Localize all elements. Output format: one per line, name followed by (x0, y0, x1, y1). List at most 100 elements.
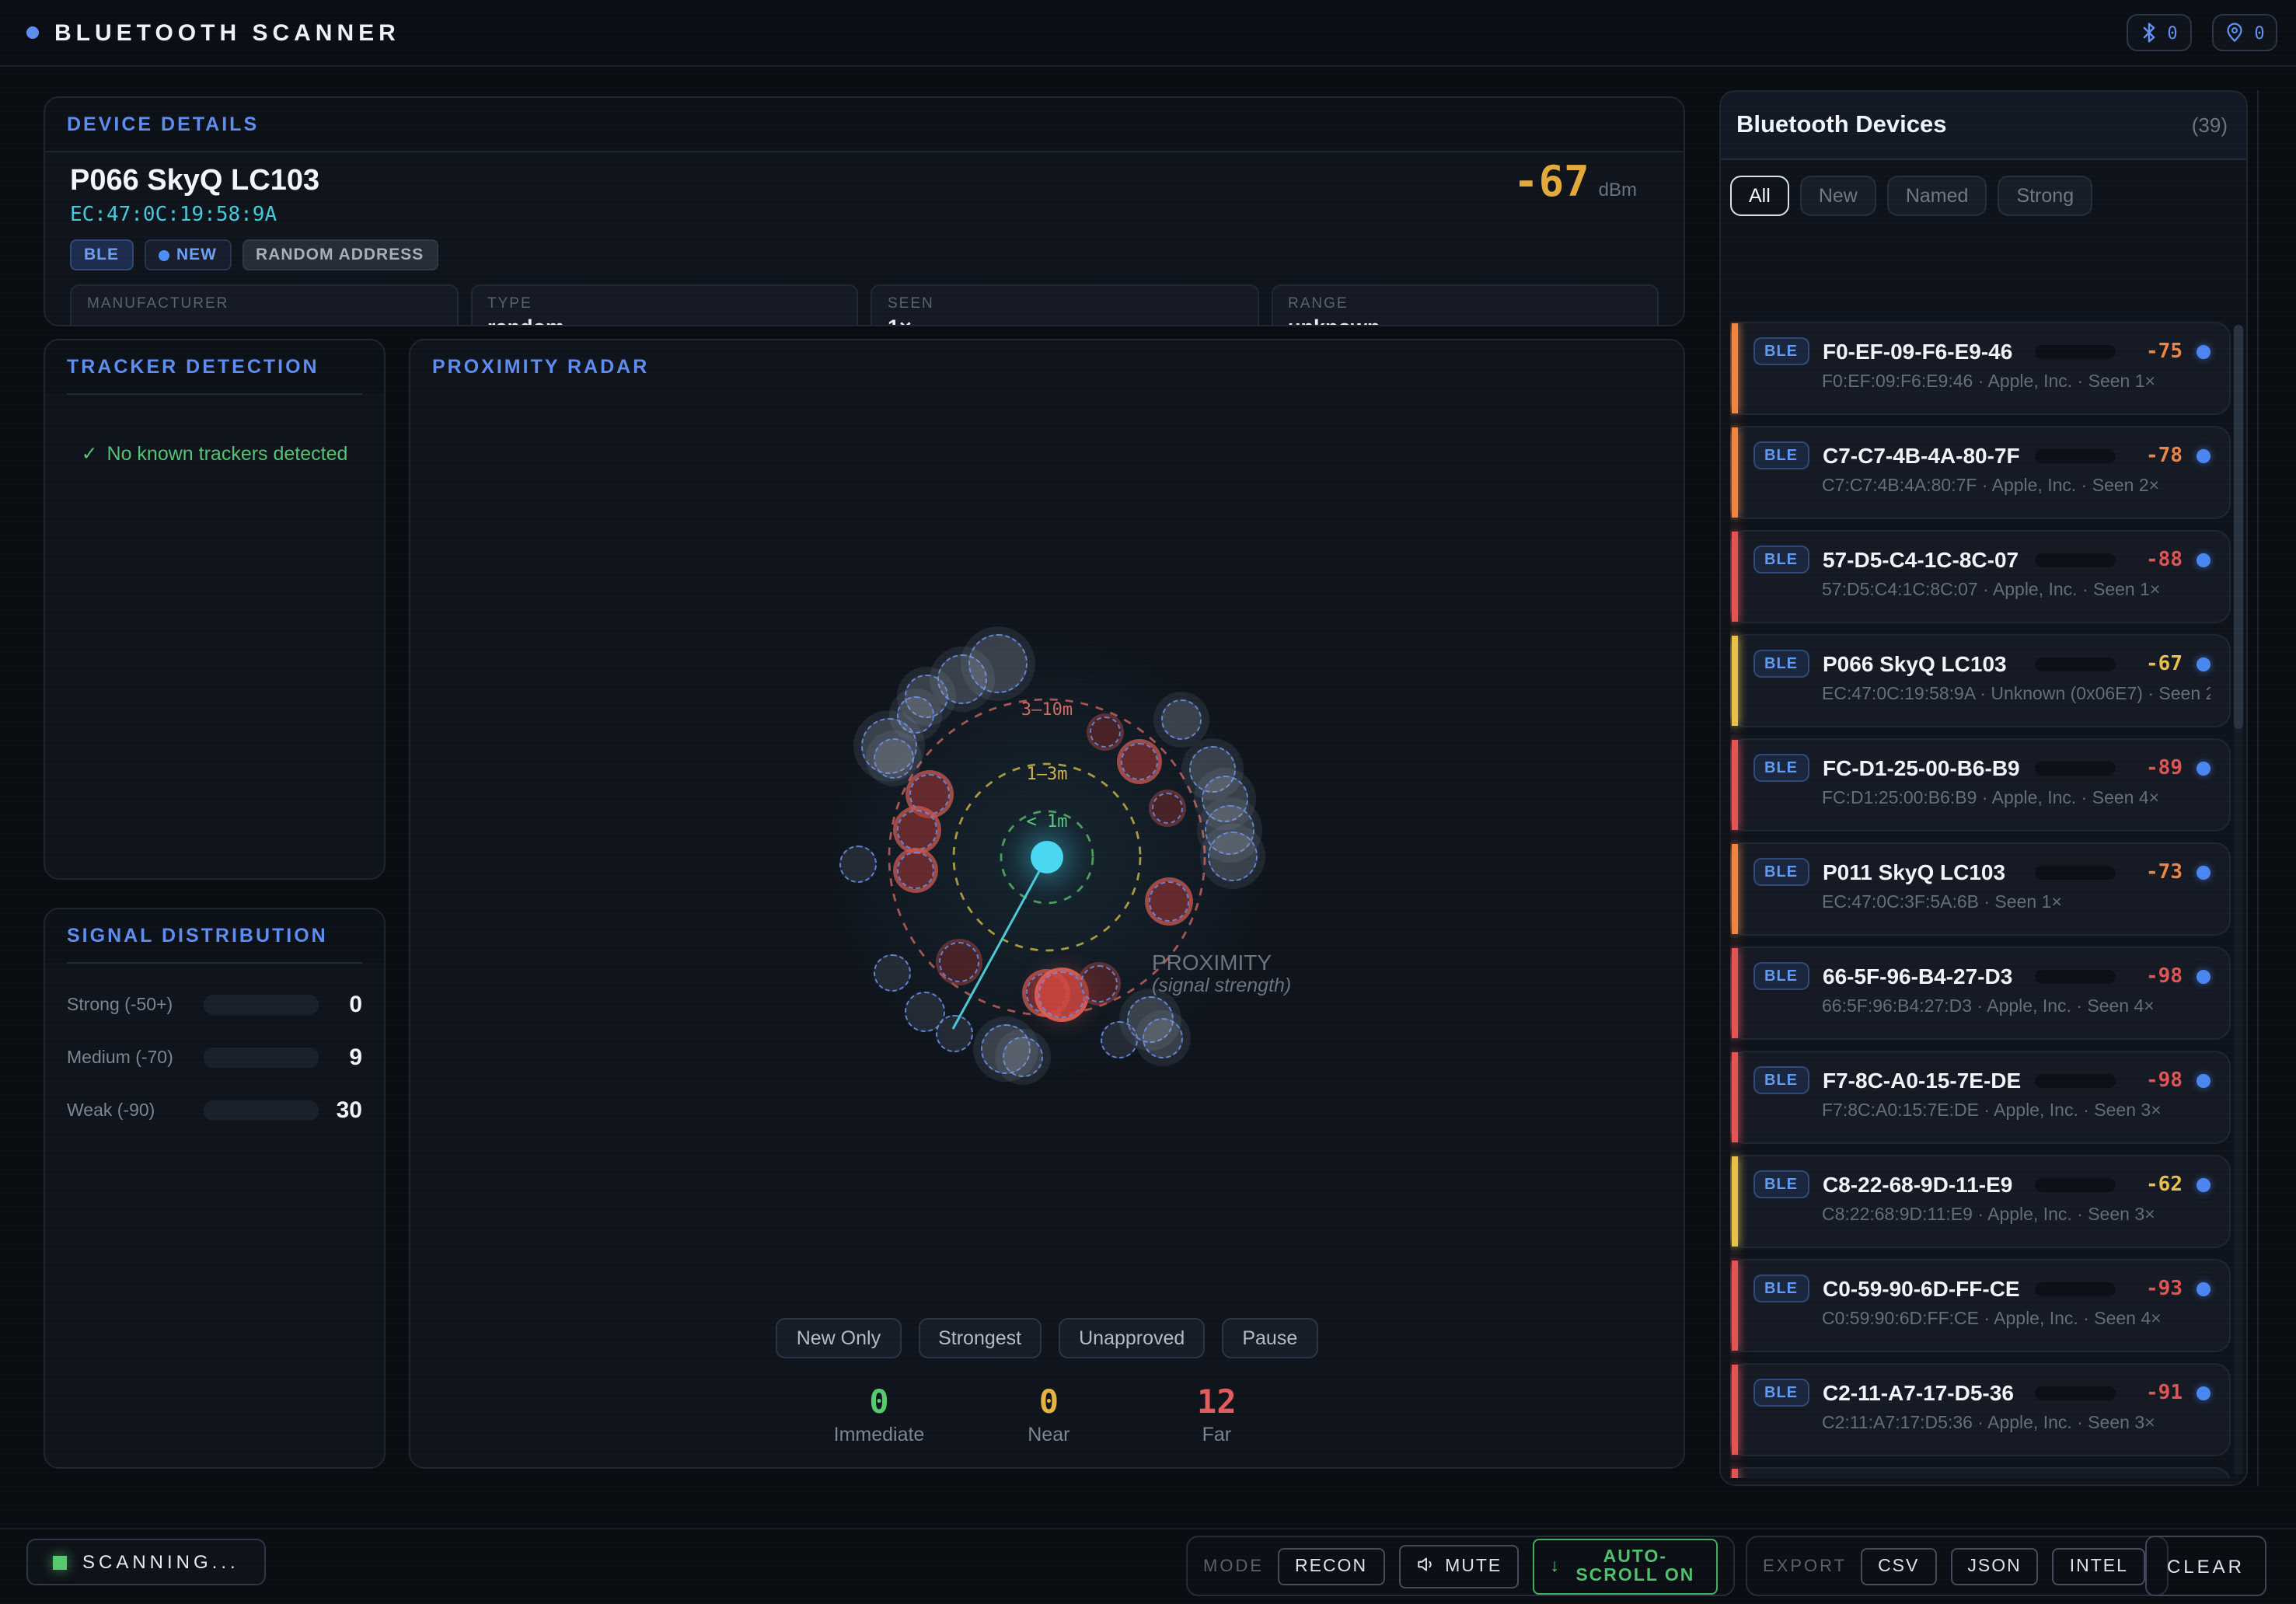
list-scrollbar[interactable] (2234, 325, 2243, 1475)
export-intel-button[interactable]: INTEL (2053, 1547, 2145, 1585)
bluetooth-count-badge[interactable]: 0 (2127, 14, 2192, 51)
device-list-item[interactable]: BLE C0-59-90-6D-FF-CE -93 C0:59:90:6D:FF… (1730, 1259, 2231, 1352)
filter-strong[interactable]: Strong (1998, 176, 2092, 216)
device-list-item[interactable]: BLE C7-C7-4B-4A-80-7F -78 C7:C7:4B:4A:80… (1730, 426, 2231, 519)
tier-stripe (1732, 1469, 1737, 1478)
rssi-value: -78 (2130, 444, 2183, 467)
ble-type-dot-icon (2197, 1386, 2211, 1400)
check-icon: ✓ (82, 443, 98, 465)
device-name: C0-59-90-6D-FF-CE (1823, 1276, 2021, 1301)
proximity-count: 0 Near (1005, 1383, 1092, 1445)
radar-filter-unapproved[interactable]: Unapproved (1059, 1318, 1205, 1358)
device-list-item[interactable]: BLE P066 SkyQ LC103 -67 EC:47:0C:19:58:9… (1730, 634, 2231, 727)
device-name: C7-C7-4B-4A-80-7F (1823, 443, 2021, 468)
rssi-value: -91 (2130, 1381, 2183, 1404)
tier-stripe (1732, 1261, 1737, 1351)
tracker-detection-panel: TRACKER DETECTION ✓No known trackers det… (44, 339, 386, 880)
protocol-badge: BLE (1753, 441, 1809, 469)
app-title: BLUETOOTH SCANNER (54, 19, 400, 46)
bluetooth-count: 0 (2167, 23, 2177, 43)
mode-recon-button[interactable]: RECON (1278, 1547, 1384, 1585)
ble-type-dot-icon (2197, 969, 2211, 983)
proximity-count: 0 Immediate (834, 1383, 925, 1445)
filter-new[interactable]: New (1800, 176, 1876, 216)
rssi-value: -98 (2130, 964, 2183, 988)
signal-distribution-panel: SIGNAL DISTRIBUTION Strong (-50+) 0 Medi… (44, 908, 386, 1469)
device-subtitle: C7:C7:4B:4A:80:7F · Apple, Inc. · Seen 2… (1822, 477, 2211, 496)
device-subtitle: EC:47:0C:19:58:9A · Unknown (0x06E7) · S… (1822, 685, 2211, 704)
device-list-item[interactable]: BLE F0-EF-09-F6-E9-46 -75 F0:EF:09:F6:E9… (1730, 322, 2231, 415)
mute-button[interactable]: MUTE (1398, 1544, 1519, 1588)
signal-row: Strong (-50+) 0 (67, 992, 362, 1018)
device-list-item[interactable]: BLE P011 SkyQ LC103 -73 EC:47:0C:3F:5A:6… (1730, 842, 2231, 936)
device-name: F7-8C-A0-15-7E-DE (1823, 1068, 2021, 1093)
device-name: FC-D1-25-00-B6-B9 (1823, 755, 2021, 780)
proximity-count: 12 Far (1173, 1383, 1260, 1445)
bluetooth-devices-sidebar: Bluetooth Devices (39) AllNewNamedStrong… (1719, 90, 2248, 1486)
tracker-status-text: No known trackers detected (107, 443, 348, 465)
device-list-item[interactable]: BLE FC-D1-25-00-B6-B9 -89 FC:D1:25:00:B6… (1730, 738, 2231, 832)
rssi-bar-track (2035, 657, 2116, 671)
clear-button[interactable]: CLEAR (2145, 1536, 2266, 1596)
filter-all[interactable]: All (1730, 176, 1789, 216)
device-name: C2-11-A7-17-D5-36 (1823, 1380, 2021, 1405)
export-json-button[interactable]: JSON (1950, 1547, 2038, 1585)
device-subtitle: EC:47:0C:3F:5A:6B · Seen 1× (1822, 894, 2211, 912)
device-list-item[interactable]: BLE C8-22-68-9D-11-E9 -62 C8:22:68:9D:11… (1730, 1155, 2231, 1248)
protocol-badge: BLE (1753, 858, 1809, 886)
device-badge: RANDOM ADDRESS (242, 239, 438, 270)
filter-named[interactable]: Named (1887, 176, 1987, 216)
rssi-value: -75 (2130, 340, 2183, 363)
export-csv-button[interactable]: CSV (1861, 1547, 1936, 1585)
protocol-badge: BLE (1753, 1274, 1809, 1302)
device-badge: NEW (144, 239, 231, 270)
device-badges: BLENEWRANDOM ADDRESS (70, 239, 1659, 270)
rssi-value: -88 (2130, 548, 2183, 571)
detail-field: RANGE unknown (1271, 284, 1659, 326)
export-label: EXPORT (1763, 1557, 1847, 1575)
export-control-group: EXPORT CSV JSON INTEL (1746, 1536, 2169, 1596)
device-subtitle: C8:22:68:9D:11:E9 · Apple, Inc. · Seen 3… (1822, 1206, 2211, 1225)
device-name: C8-22-68-9D-11-E9 (1823, 1172, 2021, 1197)
rssi-value: -67 (2130, 652, 2183, 675)
radar-filter-strongest[interactable]: Strongest (918, 1318, 1042, 1358)
tier-stripe (1732, 948, 1737, 1038)
export-buttons: CSV JSON INTEL (1861, 1547, 2145, 1585)
rssi-bar-track (2035, 1177, 2116, 1191)
device-list-item[interactable]: BLE 64-89-40-71-AB-F0 -98 64:89:40:71:AB… (1730, 1467, 2231, 1478)
device-details-title: DEVICE DETAILS (45, 98, 1684, 152)
device-name: F0-EF-09-F6-E9-46 (1823, 339, 2021, 364)
gps-count-badge[interactable]: 0 (2212, 14, 2277, 51)
rssi-value: -62 (2130, 1173, 2183, 1196)
ble-type-dot-icon (2197, 1073, 2211, 1087)
tier-stripe (1732, 1052, 1737, 1142)
scanning-button[interactable]: SCANNING... (26, 1539, 266, 1585)
device-list-item[interactable]: BLE 57-D5-C4-1C-8C-07 -88 57:D5:C4:1C:8C… (1730, 530, 2231, 623)
radar-filter-new-only[interactable]: New Only (776, 1318, 901, 1358)
rssi-bar-track (2035, 865, 2116, 879)
top-bar: BLUETOOTH SCANNER 0 0 (0, 0, 2296, 67)
rssi-bar-track (2035, 344, 2116, 358)
rssi-value: -98 (2130, 1069, 2183, 1092)
rssi-bar-track (2035, 761, 2116, 775)
ble-type-dot-icon (2197, 761, 2211, 775)
rssi-bar-track (2035, 448, 2116, 462)
proximity-radar-panel: PROXIMITY RADAR < 1m1–3m3–10m PROXIMITY … (409, 339, 1685, 1469)
tier-stripe (1732, 1365, 1737, 1455)
device-name: P011 SkyQ LC103 (1823, 860, 2021, 884)
device-subtitle: F7:8C:A0:15:7E:DE · Apple, Inc. · Seen 3… (1822, 1102, 2211, 1121)
gps-count: 0 (2254, 23, 2264, 43)
device-details-panel: DEVICE DETAILS P066 SkyQ LC103 EC:47:0C:… (44, 96, 1685, 326)
device-fields: MANUFACTURER -- TYPE random SEEN 1× RANG… (70, 284, 1659, 326)
list-scrollbar-thumb[interactable] (2234, 325, 2243, 729)
device-list-item[interactable]: BLE F7-8C-A0-15-7E-DE -98 F7:8C:A0:15:7E… (1730, 1051, 2231, 1144)
sidebar-title: Bluetooth Devices (1736, 111, 1946, 139)
radar-filter-pause[interactable]: Pause (1222, 1318, 1317, 1358)
device-list-item[interactable]: BLE C2-11-A7-17-D5-36 -91 C2:11:A7:17:D5… (1730, 1363, 2231, 1456)
ble-type-dot-icon (2197, 1177, 2211, 1191)
signal-bar-track (204, 1100, 319, 1121)
device-subtitle: C2:11:A7:17:D5:36 · Apple, Inc. · Seen 3… (1822, 1414, 2211, 1433)
autoscroll-toggle[interactable]: ↓ AUTO-SCROLL ON (1533, 1538, 1718, 1594)
radar-panel-title: PROXIMITY RADAR (410, 340, 1684, 393)
device-list-item[interactable]: BLE 66-5F-96-B4-27-D3 -98 66:5F:96:B4:27… (1730, 947, 2231, 1040)
